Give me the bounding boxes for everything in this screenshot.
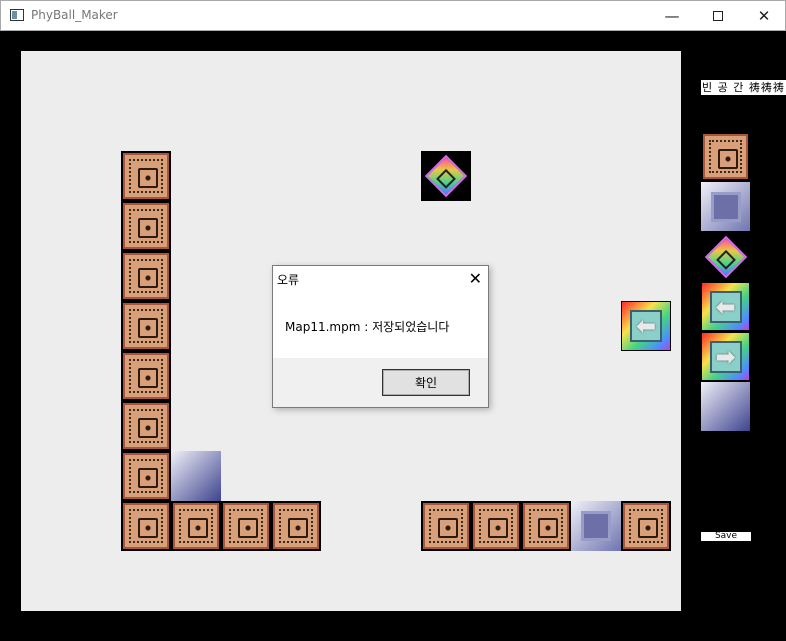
right-arrow-icon: ➡ (709, 340, 742, 373)
brick-tile[interactable] (271, 501, 321, 551)
brick-tile[interactable] (421, 501, 471, 551)
palette-right-arrow[interactable]: ➡ (701, 332, 750, 381)
brick-tile[interactable] (121, 151, 171, 201)
ok-button[interactable]: 확인 (382, 369, 470, 396)
brick-tile[interactable] (471, 501, 521, 551)
maximize-icon (713, 11, 723, 21)
dialog-close-icon[interactable]: ✕ (469, 269, 482, 288)
brick-tile[interactable] (221, 501, 271, 551)
left-arrow-tile[interactable]: ⬅ (621, 301, 671, 351)
dialog-message: Map11.mpm : 저장되었습니다 (285, 320, 450, 334)
left-arrow-icon: ⬅ (630, 310, 662, 342)
window-title: PhyBall_Maker (31, 8, 118, 22)
diamond-tile[interactable] (421, 151, 471, 201)
minimize-button[interactable]: — (649, 1, 695, 31)
brick-tile[interactable] (621, 501, 671, 551)
brick-tile[interactable] (121, 451, 171, 501)
palette-brick[interactable] (701, 132, 750, 181)
brick-tile[interactable] (121, 401, 171, 451)
message-dialog: 오류 ✕ Map11.mpm : 저장되었습니다 확인 (272, 265, 489, 408)
dialog-title: 오류 (277, 273, 300, 287)
glass-tile[interactable] (571, 501, 621, 551)
save-button[interactable]: Save (701, 532, 751, 541)
gradient-tile[interactable] (171, 451, 221, 501)
maximize-button[interactable] (695, 1, 741, 31)
dialog-footer: 확인 (273, 358, 488, 407)
brick-tile[interactable] (521, 501, 571, 551)
left-arrow-icon: ⬅ (709, 290, 742, 323)
brick-tile[interactable] (121, 201, 171, 251)
palette-diamond[interactable] (701, 232, 750, 281)
brick-tile[interactable] (121, 501, 171, 551)
palette-label: 빈 공 간 祷祷祷 (701, 80, 786, 95)
brick-tile[interactable] (171, 501, 221, 551)
close-window-button[interactable]: ✕ (741, 1, 786, 31)
palette-gradient[interactable] (701, 382, 750, 431)
brick-tile[interactable] (121, 251, 171, 301)
brick-tile[interactable] (121, 301, 171, 351)
app-icon (10, 9, 24, 21)
window-titlebar: PhyBall_Maker — ✕ (0, 0, 786, 31)
palette-left-arrow[interactable]: ⬅ (701, 282, 750, 331)
brick-tile[interactable] (121, 351, 171, 401)
palette-glass[interactable] (701, 182, 750, 231)
